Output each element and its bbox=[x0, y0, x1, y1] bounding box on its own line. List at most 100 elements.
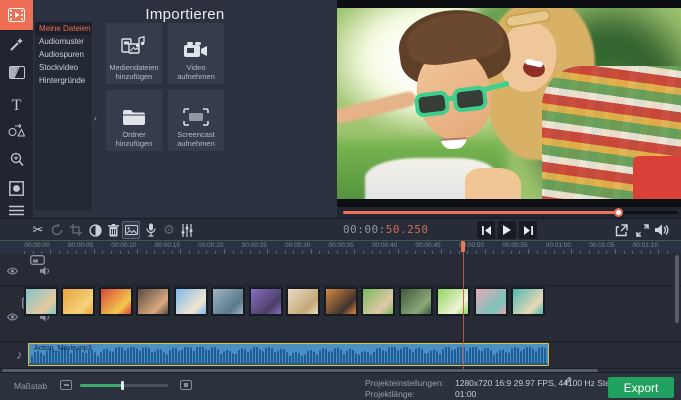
import-panel: Importieren Meine Dateien Audiomuster Au… bbox=[33, 0, 337, 218]
ruler-tick bbox=[571, 249, 572, 254]
titles-icon: T bbox=[12, 97, 22, 115]
category-audio-samples[interactable]: Audiomuster bbox=[35, 35, 92, 48]
sidebar-item-filters[interactable] bbox=[0, 30, 33, 58]
collapse-chevron-icon[interactable]: ‹ bbox=[91, 110, 100, 126]
sidebar-item-stabilization[interactable] bbox=[0, 174, 33, 202]
record-screencast-button[interactable]: Screencast aufnehmen bbox=[168, 90, 224, 151]
split-scissors-icon[interactable]: ✂ bbox=[29, 221, 47, 239]
ruler-tick bbox=[293, 251, 294, 254]
timeline-ruler[interactable]: 00:00:0000:00:0500:00:1000:00:1500:00:20… bbox=[0, 241, 681, 254]
ruler-tick bbox=[120, 251, 121, 254]
add-folder-button[interactable]: Ordner hinzufügen bbox=[106, 90, 162, 151]
timeline-zoom-slider[interactable] bbox=[80, 384, 168, 387]
photo-red-clothing bbox=[633, 156, 681, 199]
video-clip-thumbnail[interactable] bbox=[174, 287, 208, 316]
category-stock-video[interactable]: Stockvideo bbox=[35, 61, 92, 74]
vertical-scrollbar[interactable] bbox=[675, 255, 679, 323]
edit-pencil-icon[interactable]: ✎ bbox=[563, 375, 572, 388]
ruler-label: 00:01:10 bbox=[633, 242, 658, 249]
mute-icon[interactable] bbox=[40, 266, 51, 276]
ruler-tick bbox=[519, 251, 520, 254]
settings-gear-icon[interactable]: ⚙ bbox=[160, 221, 178, 239]
sidebar-item-more-tools[interactable] bbox=[0, 202, 33, 218]
audio-track-icon: ♪ bbox=[16, 347, 23, 362]
category-my-files[interactable]: Meine Dateien bbox=[35, 22, 92, 35]
rotate-icon[interactable] bbox=[48, 221, 66, 239]
ruler-tick bbox=[285, 251, 286, 254]
add-media-files-button[interactable]: Mediendateien hinzufügen bbox=[106, 23, 162, 84]
video-clip-thumbnail[interactable] bbox=[361, 287, 395, 316]
ruler-tick bbox=[624, 251, 625, 254]
video-clip-thumbnail[interactable] bbox=[136, 287, 170, 316]
zoom-slider-label: Maßstab bbox=[14, 381, 47, 391]
previous-frame-button[interactable] bbox=[477, 221, 495, 239]
timeline-zoom-in-icon[interactable] bbox=[180, 380, 192, 390]
zoom-slider-handle[interactable] bbox=[121, 381, 124, 390]
clip-properties-icon[interactable] bbox=[122, 221, 140, 239]
video-clip-thumbnail[interactable] bbox=[99, 287, 133, 316]
audio-levels-icon[interactable] bbox=[178, 221, 196, 239]
ruler-tick bbox=[537, 251, 538, 254]
video-clip-thumbnail[interactable] bbox=[399, 287, 433, 316]
ruler-tick bbox=[528, 249, 529, 254]
record-video-button[interactable]: Video aufnehmen bbox=[168, 23, 224, 84]
ruler-tick bbox=[589, 251, 590, 254]
import-media-icon bbox=[8, 8, 25, 22]
next-frame-button[interactable] bbox=[519, 221, 537, 239]
ruler-tick bbox=[432, 251, 433, 254]
audio-clip[interactable]: Action_Movie.mp3 bbox=[28, 343, 549, 366]
track-separator bbox=[0, 285, 681, 286]
video-clip-thumbnail[interactable] bbox=[436, 287, 470, 316]
ruler-tick bbox=[641, 251, 642, 254]
seek-bar[interactable] bbox=[343, 211, 678, 214]
volume-icon[interactable] bbox=[654, 222, 670, 238]
video-clip-thumbnail[interactable] bbox=[61, 287, 95, 316]
sidebar-item-pan-zoom[interactable] bbox=[0, 145, 33, 173]
project-length-label: Projektlänge: bbox=[365, 389, 415, 399]
video-clip-thumbnail[interactable] bbox=[324, 287, 358, 316]
seek-handle[interactable] bbox=[614, 208, 623, 217]
ruler-tick bbox=[380, 251, 381, 254]
timecode-display: 00:00:50.250 bbox=[343, 223, 429, 236]
video-clip-thumbnail[interactable] bbox=[474, 287, 508, 316]
add-folder-icon bbox=[122, 96, 146, 126]
ruler-tick bbox=[632, 251, 633, 254]
export-button[interactable]: Export bbox=[608, 377, 674, 398]
tile-label: Ordner hinzufügen bbox=[106, 130, 162, 148]
ruler-tick bbox=[128, 251, 129, 254]
video-clip-thumbnail[interactable] bbox=[211, 287, 245, 316]
transitions-icon bbox=[9, 66, 25, 79]
sidebar-item-import[interactable] bbox=[0, 0, 33, 30]
video-clip-thumbnail[interactable] bbox=[249, 287, 283, 316]
delete-icon[interactable] bbox=[104, 221, 122, 239]
category-backgrounds[interactable]: Hintergründe bbox=[35, 74, 92, 87]
video-clip-thumbnail[interactable] bbox=[286, 287, 320, 316]
stabilization-icon bbox=[9, 181, 24, 196]
tile-label: Video aufnehmen bbox=[168, 63, 224, 81]
sidebar-item-callouts[interactable] bbox=[0, 116, 33, 144]
ruler-tick bbox=[259, 251, 260, 254]
eye-icon[interactable] bbox=[7, 267, 18, 275]
record-voice-icon[interactable] bbox=[142, 221, 160, 239]
record-video-icon bbox=[183, 29, 209, 59]
fullscreen-icon[interactable] bbox=[634, 222, 650, 238]
play-button[interactable] bbox=[498, 221, 516, 239]
category-audio-tracks[interactable]: Audiospuren bbox=[35, 48, 92, 61]
playhead-handle[interactable] bbox=[461, 241, 465, 252]
video-clip-thumbnail[interactable] bbox=[511, 287, 545, 316]
share-icon[interactable] bbox=[613, 222, 629, 238]
sidebar-item-transitions[interactable] bbox=[0, 58, 33, 86]
ruler-label: 00:00:15 bbox=[155, 242, 180, 249]
ruler-tick bbox=[346, 251, 347, 254]
playhead[interactable] bbox=[463, 241, 464, 369]
crop-icon[interactable] bbox=[67, 221, 85, 239]
eye-icon[interactable] bbox=[7, 313, 18, 321]
ruler-tick bbox=[363, 251, 364, 254]
ruler-tick bbox=[650, 251, 651, 254]
video-clip-thumbnail[interactable] bbox=[24, 287, 58, 316]
ruler-tick bbox=[33, 251, 34, 254]
color-adjustments-icon[interactable] bbox=[86, 221, 104, 239]
ruler-tick bbox=[76, 251, 77, 254]
ruler-tick bbox=[563, 251, 564, 254]
timeline-zoom-out-icon[interactable] bbox=[60, 380, 72, 390]
